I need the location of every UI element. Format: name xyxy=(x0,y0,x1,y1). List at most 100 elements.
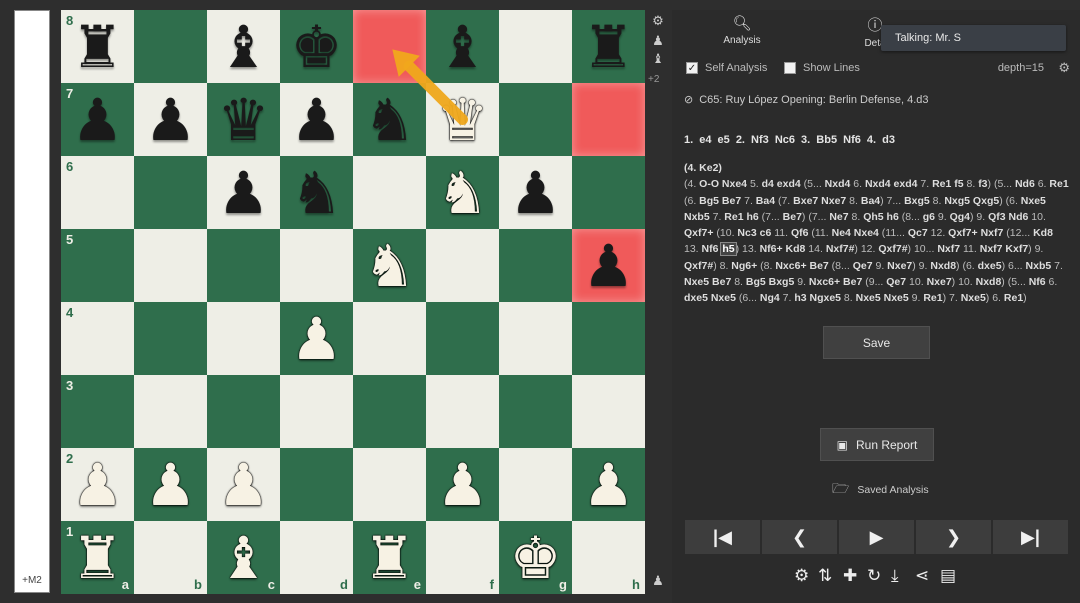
square-b4[interactable] xyxy=(134,302,207,375)
player-icon[interactable]: ♟ xyxy=(650,33,666,49)
play-button[interactable]: ▶ xyxy=(839,520,914,554)
flip-icon[interactable]: ⇅ xyxy=(818,566,832,586)
square-b1[interactable]: b xyxy=(134,521,207,594)
black-rook-icon[interactable]: ♜ xyxy=(583,18,635,76)
previous-move-button[interactable]: ❮ xyxy=(762,520,837,554)
white-queen-icon[interactable]: ♛ xyxy=(437,91,489,149)
square-c8[interactable]: ♝ xyxy=(207,10,280,83)
square-f7[interactable]: ♛ xyxy=(426,83,499,156)
first-move-button[interactable]: |◀ xyxy=(685,520,760,554)
square-d1[interactable]: d xyxy=(280,521,353,594)
save-button[interactable]: Save xyxy=(823,326,930,359)
white-pawn-icon[interactable]: ♟ xyxy=(437,456,489,514)
variations-list[interactable]: (4. Ke2) (4. O-O Nxe4 5. d4 exd4 (5... Nx… xyxy=(684,160,1070,307)
square-h5[interactable]: ♟ xyxy=(572,229,645,302)
square-h4[interactable] xyxy=(572,302,645,375)
square-h8[interactable]: ♜ xyxy=(572,10,645,83)
square-a5[interactable]: 5 xyxy=(61,229,134,302)
white-bishop-icon[interactable]: ♝ xyxy=(218,529,270,587)
share-icon[interactable]: ⋖ xyxy=(915,566,929,586)
square-g8[interactable] xyxy=(499,10,572,83)
black-pawn-icon[interactable]: ♟ xyxy=(145,91,197,149)
black-pawn-icon[interactable]: ♟ xyxy=(510,164,562,222)
run-report-button[interactable]: ▣ Run Report xyxy=(820,428,934,461)
engine-settings-gear-icon[interactable]: ⚙ xyxy=(1058,60,1070,76)
flip-board-icon[interactable]: ♟ xyxy=(650,573,666,589)
square-d5[interactable] xyxy=(280,229,353,302)
square-g4[interactable] xyxy=(499,302,572,375)
square-e3[interactable] xyxy=(353,375,426,448)
square-g2[interactable] xyxy=(499,448,572,521)
tab-analysis[interactable]: 🔍︎ Analysis xyxy=(712,14,772,46)
last-move-button[interactable]: ▶| xyxy=(993,520,1068,554)
refresh-icon[interactable]: ↻ xyxy=(867,566,881,586)
square-d7[interactable]: ♟ xyxy=(280,83,353,156)
white-pawn-icon[interactable]: ♟ xyxy=(72,456,124,514)
square-h7[interactable] xyxy=(572,83,645,156)
square-c5[interactable] xyxy=(207,229,280,302)
black-rook-icon[interactable]: ♜ xyxy=(72,18,124,76)
square-c4[interactable] xyxy=(207,302,280,375)
square-f2[interactable]: ♟ xyxy=(426,448,499,521)
square-b2[interactable]: ♟ xyxy=(134,448,207,521)
saved-analysis-link[interactable]: 🗁 Saved Analysis xyxy=(832,478,929,502)
square-e8[interactable] xyxy=(353,10,426,83)
square-e4[interactable] xyxy=(353,302,426,375)
square-g7[interactable] xyxy=(499,83,572,156)
square-e6[interactable] xyxy=(353,156,426,229)
square-c2[interactable]: ♟ xyxy=(207,448,280,521)
black-bishop-icon[interactable]: ♝ xyxy=(218,18,270,76)
white-knight-icon[interactable]: ♞ xyxy=(437,164,489,222)
square-b3[interactable] xyxy=(134,375,207,448)
square-a6[interactable]: 6 xyxy=(61,156,134,229)
square-e5[interactable]: ♞ xyxy=(353,229,426,302)
self-analysis-checkbox[interactable]: ✓ Self Analysis xyxy=(686,62,767,74)
black-bishop-icon[interactable]: ♝ xyxy=(437,18,489,76)
square-g3[interactable] xyxy=(499,375,572,448)
square-c3[interactable] xyxy=(207,375,280,448)
black-pawn-icon[interactable]: ♟ xyxy=(218,164,270,222)
white-knight-icon[interactable]: ♞ xyxy=(364,237,416,295)
square-a8[interactable]: 8 ♜ xyxy=(61,10,134,83)
checkbox-unchecked[interactable] xyxy=(784,62,796,74)
square-c1[interactable]: c ♝ xyxy=(207,521,280,594)
white-rook-icon[interactable]: ♜ xyxy=(364,529,416,587)
add-icon[interactable]: ✚ xyxy=(843,566,857,586)
square-f6[interactable]: ♞ xyxy=(426,156,499,229)
square-h1[interactable]: h xyxy=(572,521,645,594)
white-pawn-icon[interactable]: ♟ xyxy=(218,456,270,514)
black-knight-icon[interactable]: ♞ xyxy=(291,164,343,222)
engine-icon[interactable]: ♝ xyxy=(650,51,666,67)
square-a7[interactable]: 7 ♟ xyxy=(61,83,134,156)
chess-board[interactable]: 8 ♜ ♝ ♚ ♝ ♜ 7 ♟ ♟ ♛ ♟ ♞ ♛ 6 ♟ ♞ ♞ ♟ 5 ♞ ♟ 4 ♟ 3 2 ♟ ♟ ♟ ♟ ♟ 1 a ♜ b c ♝ d e ♜ f… xyxy=(61,10,645,594)
square-b8[interactable] xyxy=(134,10,207,83)
square-h3[interactable] xyxy=(572,375,645,448)
white-pawn-icon[interactable]: ♟ xyxy=(291,310,343,368)
square-c7[interactable]: ♛ xyxy=(207,83,280,156)
square-d8[interactable]: ♚ xyxy=(280,10,353,83)
square-a4[interactable]: 4 xyxy=(61,302,134,375)
checkbox-checked[interactable]: ✓ xyxy=(686,62,698,74)
white-pawn-icon[interactable]: ♟ xyxy=(583,456,635,514)
square-d4[interactable]: ♟ xyxy=(280,302,353,375)
square-h6[interactable] xyxy=(572,156,645,229)
square-e7[interactable]: ♞ xyxy=(353,83,426,156)
square-f1[interactable]: f xyxy=(426,521,499,594)
square-g5[interactable] xyxy=(499,229,572,302)
main-line[interactable]: 1. e4 e5 2. Nf3 Nc6 3. Bb5 Nf6 4. d3 xyxy=(684,134,895,146)
white-king-icon[interactable]: ♚ xyxy=(510,529,562,587)
white-rook-icon[interactable]: ♜ xyxy=(72,529,124,587)
black-knight-icon[interactable]: ♞ xyxy=(364,91,416,149)
square-e1[interactable]: e ♜ xyxy=(353,521,426,594)
square-a3[interactable]: 3 xyxy=(61,375,134,448)
square-a1[interactable]: 1 a ♜ xyxy=(61,521,134,594)
square-e2[interactable] xyxy=(353,448,426,521)
black-pawn-icon[interactable]: ♟ xyxy=(291,91,343,149)
engine-toggle-icon[interactable]: ⚙ xyxy=(794,566,809,586)
square-f5[interactable] xyxy=(426,229,499,302)
variation-head[interactable]: (4. Ke2) xyxy=(684,162,722,174)
square-g6[interactable]: ♟ xyxy=(499,156,572,229)
square-f4[interactable] xyxy=(426,302,499,375)
download-icon[interactable]: ⤓ xyxy=(891,566,899,586)
square-d2[interactable] xyxy=(280,448,353,521)
